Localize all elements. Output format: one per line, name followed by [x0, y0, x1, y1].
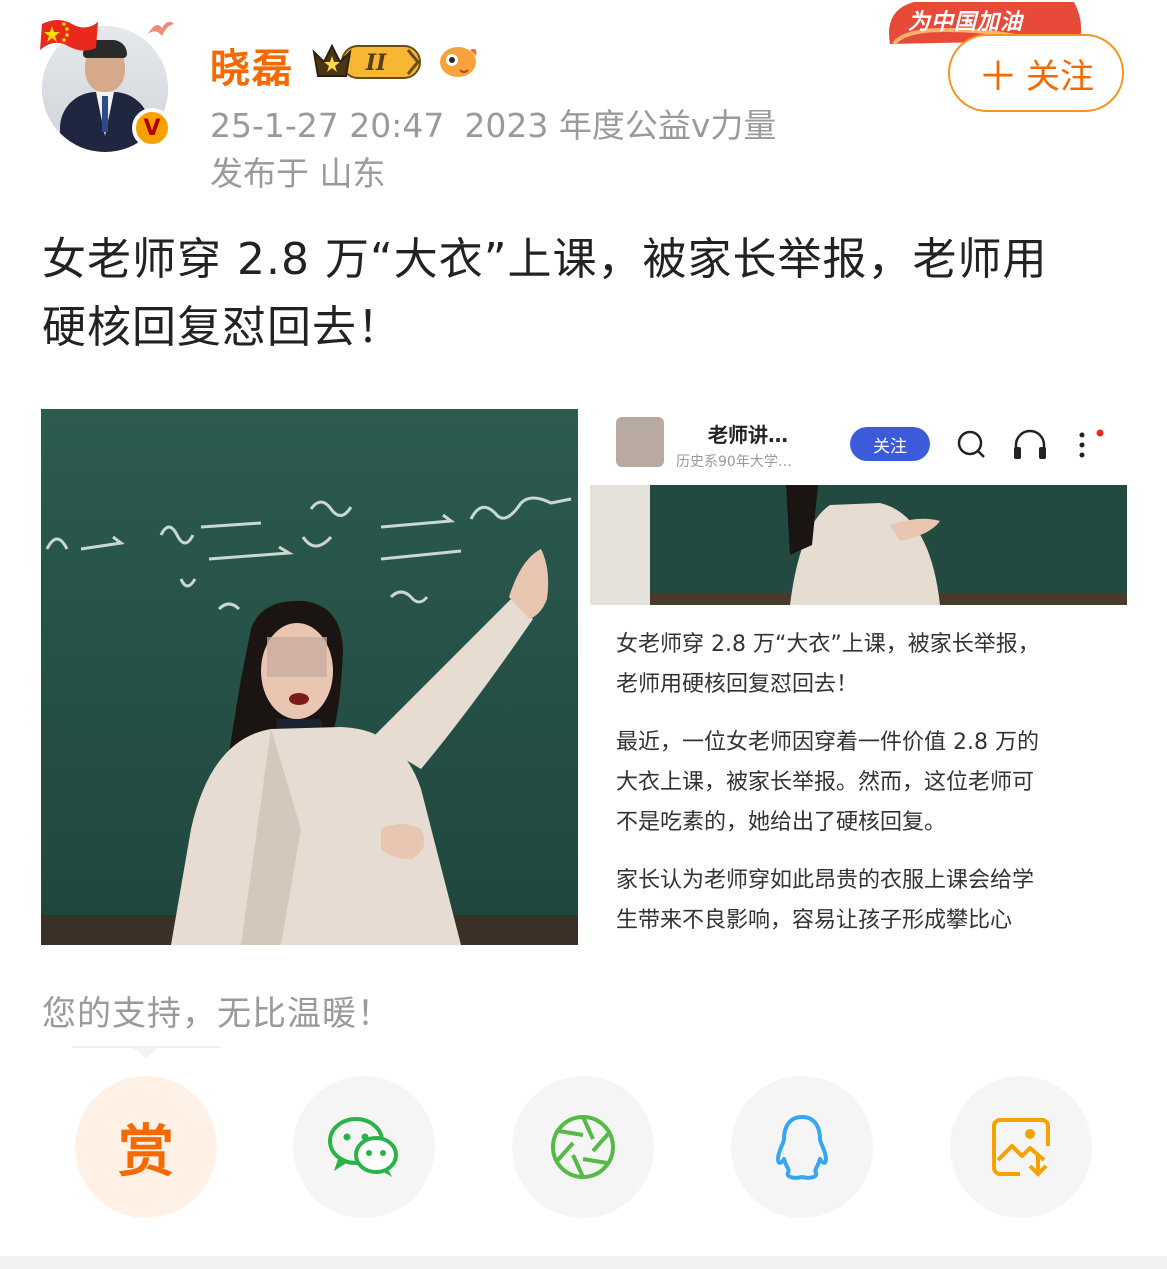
embedded-headline-line1: 女老师穿 2.8 万“大衣”上课，被家长举报， [616, 632, 1040, 657]
post-location: 发布于 山东 [210, 154, 386, 193]
post-text: 女老师穿 2.8 万“大衣”上课，被家长举报，老师用 硬核回复怼回去！ [42, 226, 1132, 362]
follow-button[interactable]: ＋ 关注 [948, 34, 1124, 112]
promo-banner-text: 为中国加油 [908, 10, 1024, 35]
reward-button[interactable]: 赏 [75, 1076, 217, 1218]
reward-label: 赏 [118, 1119, 174, 1185]
china-flag-icon [40, 20, 98, 51]
embedded-para2-line1: 家长认为老师穿如此昂贵的衣服上课会给学 [616, 868, 1035, 893]
post-author-tag[interactable]: 2023 年度公益v力量 [464, 106, 776, 145]
post-image-article-screenshot[interactable]: 老师讲… 历史系90年大学… 关注 女老师穿 2.8 万“大衣”上课，被家长举报… [590, 409, 1127, 945]
level-crown-badge-icon: II [312, 43, 421, 79]
more-dots-icon [1079, 429, 1104, 458]
embedded-account-sub: 历史系90年大学… [676, 454, 792, 470]
embedded-header: 老师讲… 历史系90年大学… 关注 [590, 409, 1127, 485]
post-text-line1: 女老师穿 2.8 万“大衣”上课，被家长举报，老师用 [42, 234, 1048, 285]
follow-button-label: 关注 [1026, 56, 1094, 97]
embedded-header-icons [957, 429, 1104, 459]
embedded-account-name: 老师讲… [708, 423, 788, 447]
post-text-line2: 硬核回复怼回去！ [42, 302, 402, 353]
save-image-icon [992, 1118, 1050, 1177]
embedded-article-text: 女老师穿 2.8 万“大衣”上课，被家长举报， 老师用硬核回复怼回去！ 最近，一… [616, 625, 1106, 945]
save-image-button[interactable] [950, 1076, 1092, 1218]
wechat-icon [328, 1117, 398, 1177]
fish-emblem-icon [440, 47, 477, 77]
post-timestamp: 25-1-27 20:47 [210, 106, 445, 145]
embedded-para1-line3: 不是吃素的，她给出了硬核回复。 [616, 810, 947, 835]
bottom-divider [0, 1256, 1167, 1269]
share-wechat-button[interactable] [293, 1076, 435, 1218]
bird-decoration-icon [148, 21, 174, 36]
reward-pointer-icon [72, 1046, 220, 1058]
author-avatar[interactable]: V [38, 14, 174, 152]
embedded-para1-line1: 最近，一位女老师因穿着一件价值 2.8 万的 [616, 730, 1039, 755]
post-meta: 25-1-27 20:47 2023 年度公益v力量 发布于 山东 [210, 102, 776, 198]
search-icon [957, 430, 985, 458]
qq-icon [776, 1115, 828, 1180]
embedded-para1-line2: 大衣上课，被家长举报。然而，这位老师可 [616, 770, 1035, 795]
headphones-icon [1014, 429, 1046, 459]
post-image-teacher[interactable] [41, 409, 578, 945]
author-name[interactable]: 晓磊 [210, 36, 294, 94]
share-qq-button[interactable] [731, 1076, 873, 1218]
plus-icon: ＋ [978, 54, 1018, 100]
level-badge-text: II [365, 50, 387, 76]
moments-icon [551, 1115, 615, 1179]
embedded-follow-button: 关注 [850, 427, 930, 461]
share-moments-button[interactable] [512, 1076, 654, 1218]
teacher-photo-illustration [41, 409, 578, 945]
embedded-avatar [616, 417, 664, 467]
embedded-photo [590, 485, 1127, 605]
support-message: 您的支持，无比温暖！ [42, 994, 392, 1034]
verified-v-badge: V [132, 108, 172, 148]
embedded-para2-line2: 生带来不良影响，容易让孩子形成攀比心 [616, 908, 1013, 933]
embedded-headline-line2: 老师用硬核回复怼回去！ [616, 672, 859, 697]
